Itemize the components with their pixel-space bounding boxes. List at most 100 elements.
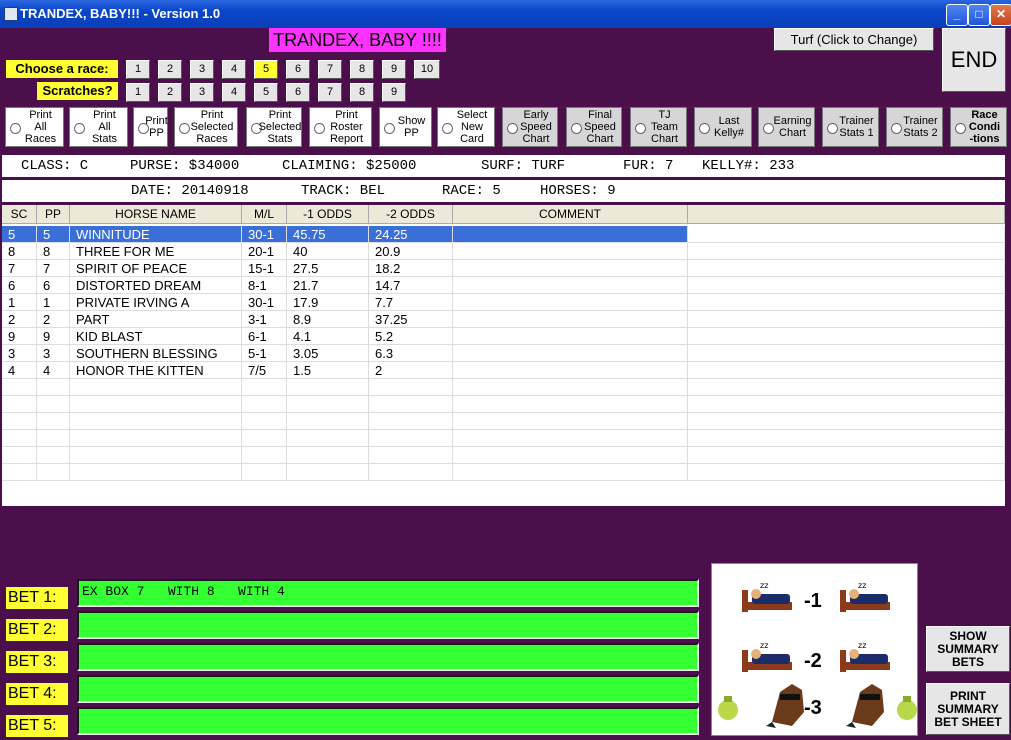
table-row[interactable]: 6 6 DISTORTED DREAM 8-1 21.7 14.7 — [2, 277, 1005, 294]
cell-ml — [242, 464, 287, 481]
race-button-2[interactable]: 2 — [158, 60, 182, 79]
option-print-all-races[interactable]: Print All Races — [5, 107, 64, 147]
option-tj-team-chart[interactable]: TJ Team Chart — [630, 107, 687, 147]
race-button-6[interactable]: 6 — [286, 60, 310, 79]
option-trainer-stats-2[interactable]: Trainer Stats 2 — [886, 107, 943, 147]
cell-minus2-odds — [369, 464, 453, 481]
empty-table-row[interactable] — [2, 464, 1005, 481]
race-number-info: RACE: 5 — [442, 183, 501, 199]
cell-minus2-odds: 6.3 — [369, 345, 453, 362]
scratch-button-6[interactable]: 6 — [286, 83, 310, 102]
race-button-3[interactable]: 3 — [190, 60, 214, 79]
cell-minus2-odds — [369, 430, 453, 447]
cell-pp — [37, 396, 70, 413]
column-header-minus2-odds[interactable]: -2 ODDS — [369, 205, 453, 224]
option-show-pp[interactable]: Show PP — [379, 107, 432, 147]
option-print-pp[interactable]: Print PP — [133, 107, 168, 147]
column-header-horse-name[interactable]: HORSE NAME — [70, 205, 242, 224]
scratch-button-7[interactable]: 7 — [318, 83, 342, 102]
column-header-minus1-odds[interactable]: -1 ODDS — [287, 205, 369, 224]
cell-filler — [688, 430, 1005, 447]
scratch-button-2[interactable]: 2 — [158, 83, 182, 102]
option-label: Final Speed Chart — [584, 109, 616, 145]
cell-ml: 20-1 — [242, 243, 287, 260]
bet-4-field[interactable] — [77, 675, 699, 703]
table-row[interactable]: 9 9 KID BLAST 6-1 4.1 5.2 — [2, 328, 1005, 345]
cell-pp: 6 — [37, 277, 70, 294]
bet-1-field[interactable]: EX BOX 7 WITH 8 WITH 4 — [77, 579, 699, 607]
furlong-info: FUR: 7 — [623, 158, 674, 174]
empty-table-row[interactable] — [2, 379, 1005, 396]
empty-table-row[interactable] — [2, 430, 1005, 447]
claiming-info: CLAIMING: $25000 — [282, 158, 417, 174]
column-header-ml[interactable]: M/L — [242, 205, 287, 224]
option-print-roster-report[interactable]: Print Roster Report — [309, 107, 372, 147]
empty-table-row[interactable] — [2, 396, 1005, 413]
option-print-selected-races[interactable]: Print Selected Races — [174, 107, 238, 147]
option-print-all-stats[interactable]: Print All Stats — [69, 107, 128, 147]
cell-filler — [688, 243, 1005, 260]
table-row[interactable]: 2 2 PART 3-1 8.9 37.25 — [2, 311, 1005, 328]
race-button-5[interactable]: 5 — [254, 60, 278, 79]
bet-2-field[interactable] — [77, 611, 699, 639]
turf-toggle-button[interactable]: Turf (Click to Change) — [774, 28, 934, 51]
cell-pp: 8 — [37, 243, 70, 260]
column-header-pp[interactable]: PP — [37, 205, 70, 224]
cell-sc — [2, 379, 37, 396]
race-button-9[interactable]: 9 — [382, 60, 406, 79]
table-row[interactable]: 8 8 THREE FOR ME 20-1 40 20.9 — [2, 243, 1005, 260]
maximize-button[interactable]: □ — [968, 4, 990, 26]
option-last-kelly[interactable]: Last Kelly# — [694, 107, 752, 147]
option-race-condi-tions[interactable]: Race Condi -tions — [950, 107, 1007, 147]
empty-table-row[interactable] — [2, 447, 1005, 464]
cell-minus1-odds — [287, 413, 369, 430]
option-trainer-stats-1[interactable]: Trainer Stats 1 — [822, 107, 879, 147]
show-summary-bets-button[interactable]: SHOW SUMMARY BETS — [926, 626, 1010, 672]
race-button-7[interactable]: 7 — [318, 60, 342, 79]
bet-5-field[interactable] — [77, 707, 699, 735]
cell-ml — [242, 430, 287, 447]
minimize-button[interactable]: _ — [946, 4, 968, 26]
bet-3-field[interactable] — [77, 643, 699, 671]
horse-table[interactable]: SC PP HORSE NAME M/L -1 ODDS -2 ODDS COMMENT 5… — [2, 205, 1005, 506]
end-button[interactable]: END — [942, 28, 1006, 92]
option-earning-chart[interactable]: Earning Chart — [758, 107, 815, 147]
scratch-button-5[interactable]: 5 — [254, 83, 278, 102]
scratch-button-1[interactable]: 1 — [126, 83, 150, 102]
sleeping-bed-icon: zz — [742, 581, 792, 612]
scratch-button-4[interactable]: 4 — [222, 83, 246, 102]
close-button[interactable]: ✕ — [990, 4, 1011, 26]
column-header-comment[interactable]: COMMENT — [453, 205, 688, 224]
race-button-1[interactable]: 1 — [126, 60, 150, 79]
option-final-speed-chart[interactable]: Final Speed Chart — [566, 107, 622, 147]
scratch-button-3[interactable]: 3 — [190, 83, 214, 102]
option-select-new-card[interactable]: Select New Card — [437, 107, 495, 147]
table-row[interactable]: 7 7 SPIRIT OF PEACE 15-1 27.5 18.2 — [2, 260, 1005, 277]
cell-horse-name: SOUTHERN BLESSING — [70, 345, 242, 362]
scratch-button-8[interactable]: 8 — [350, 83, 374, 102]
scratch-button-9[interactable]: 9 — [382, 83, 406, 102]
table-row[interactable]: 3 3 SOUTHERN BLESSING 5-1 3.05 6.3 — [2, 345, 1005, 362]
option-label: Print Roster Report — [329, 109, 364, 145]
table-row[interactable]: 1 1 PRIVATE IRVING A 30-1 17.9 7.7 — [2, 294, 1005, 311]
cell-minus2-odds — [369, 396, 453, 413]
option-print-selected-stats[interactable]: Print Selected Stats — [246, 107, 302, 147]
cell-horse-name — [70, 464, 242, 481]
race-button-10[interactable]: 10 — [414, 60, 440, 79]
option-label: Earning Chart — [773, 115, 812, 139]
table-row[interactable]: 5 5 WINNITUDE 30-1 45.75 24.25 — [2, 226, 1005, 243]
print-summary-bet-sheet-button[interactable]: PRINT SUMMARY BET SHEET — [926, 683, 1010, 735]
option-early-speed-chart[interactable]: Early Speed Chart — [502, 107, 558, 147]
cell-minus1-odds — [287, 396, 369, 413]
column-header-sc[interactable]: SC — [2, 205, 37, 224]
cell-minus1-odds: 1.5 — [287, 362, 369, 379]
cell-ml — [242, 413, 287, 430]
race-button-8[interactable]: 8 — [350, 60, 374, 79]
race-button-4[interactable]: 4 — [222, 60, 246, 79]
table-row[interactable]: 4 4 HONOR THE KITTEN 7/5 1.5 2 — [2, 362, 1005, 379]
table-footer-area — [2, 480, 1005, 506]
bet-2-label: BET 2: — [6, 619, 68, 641]
cell-ml — [242, 447, 287, 464]
cell-sc — [2, 413, 37, 430]
empty-table-row[interactable] — [2, 413, 1005, 430]
